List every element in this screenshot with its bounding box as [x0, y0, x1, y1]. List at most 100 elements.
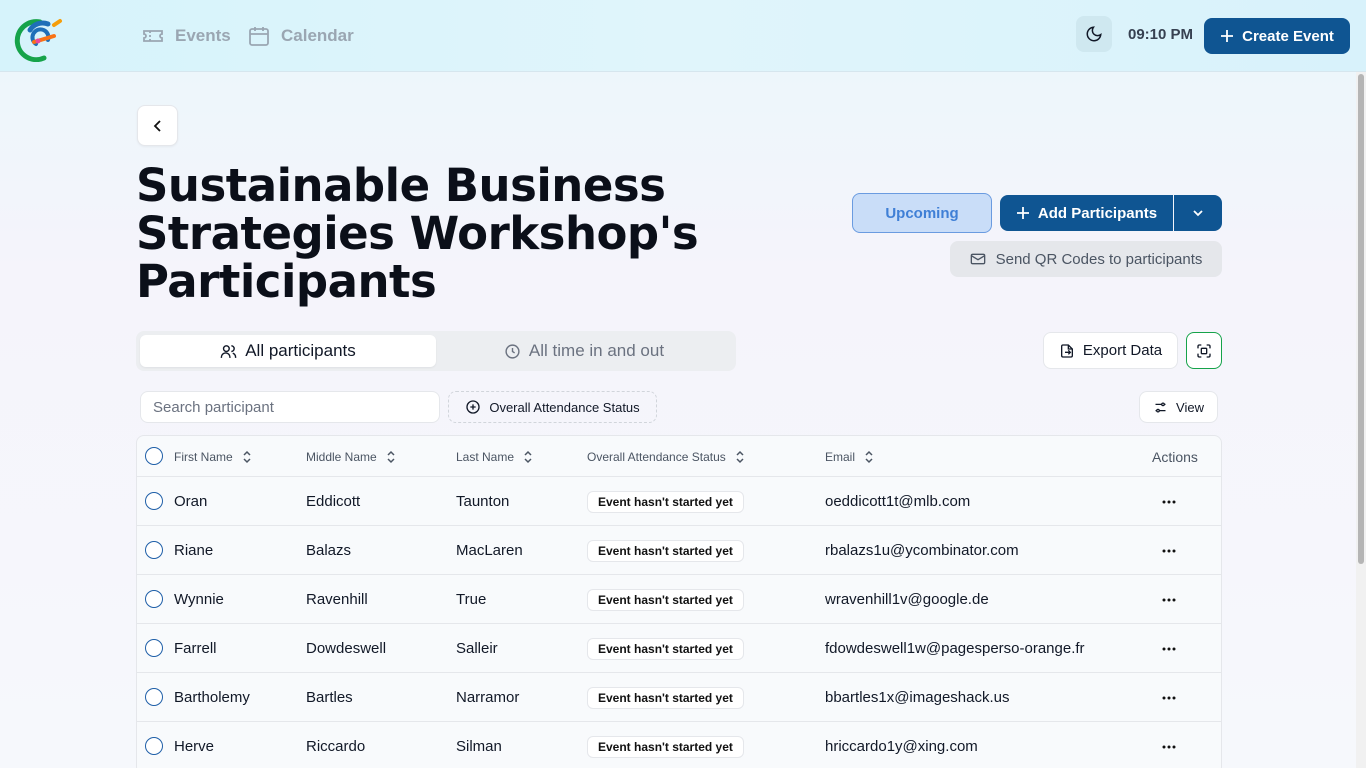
table-row[interactable]: Riane Balazs MacLaren Event hasn't start… — [137, 526, 1221, 575]
cell-last-name: Narramor — [456, 689, 520, 706]
sort-icon — [524, 450, 532, 463]
cell-last-name: True — [456, 591, 487, 608]
chevron-down-icon — [1193, 210, 1203, 217]
row-checkbox[interactable] — [145, 492, 163, 510]
app-logo[interactable] — [14, 16, 64, 62]
table-row[interactable]: Farrell Dowdeswell Salleir Event hasn't … — [137, 624, 1221, 673]
select-all-checkbox[interactable] — [145, 447, 163, 465]
attendance-status-badge: Event hasn't started yet — [587, 490, 744, 513]
attendance-status-filter-label: Overall Attendance Status — [489, 399, 640, 415]
row-actions-button[interactable] — [1157, 526, 1181, 575]
column-header-label: Middle Name — [306, 449, 377, 464]
row-actions-button[interactable] — [1157, 624, 1181, 673]
nav-calendar-label: Calendar — [281, 26, 354, 45]
tab-all-participants[interactable]: All participants — [140, 335, 436, 367]
cell-first-name: Herve — [174, 738, 215, 755]
row-checkbox[interactable] — [145, 590, 163, 608]
sort-icon — [387, 450, 395, 463]
more-horizontal-icon — [1162, 500, 1176, 503]
sort-icon — [865, 450, 873, 463]
cell-email: hriccardo1y@xing.com — [825, 738, 978, 755]
tab-all-time-in-and-out[interactable]: All time in and out — [436, 335, 732, 367]
cell-last-name: Salleir — [456, 640, 498, 657]
cell-attendance-status: Event hasn't started yet — [587, 673, 744, 722]
column-header-email[interactable]: Email — [825, 436, 875, 477]
moon-icon — [1086, 26, 1102, 42]
create-event-button[interactable]: Create Event — [1204, 18, 1350, 54]
column-header-last-name[interactable]: Last Name — [456, 436, 534, 477]
nav-events-label: Events — [175, 26, 231, 45]
attendance-status-badge: Event hasn't started yet — [587, 735, 744, 758]
cell-middle-name: Ravenhill — [306, 591, 368, 608]
cell-attendance-status: Event hasn't started yet — [587, 526, 744, 575]
plus-icon — [1221, 30, 1234, 42]
column-header-label: Overall Attendance Status — [587, 449, 726, 464]
users-icon — [220, 344, 237, 358]
cell-middle-name: Balazs — [306, 542, 352, 559]
nav-events[interactable]: Events — [141, 22, 231, 50]
cell-email: wravenhill1v@google.de — [825, 591, 989, 608]
cell-first-name: Wynnie — [174, 591, 224, 608]
add-participants-dropdown-button[interactable] — [1174, 195, 1222, 231]
more-horizontal-icon — [1162, 647, 1176, 650]
row-actions-button[interactable] — [1157, 673, 1181, 722]
column-header-attendance-status[interactable]: Overall Attendance Status — [587, 436, 746, 477]
add-participants-label: Add Participants — [1037, 204, 1158, 222]
attendance-status-badge: Event hasn't started yet — [587, 588, 744, 611]
attendance-status-filter-button[interactable]: Overall Attendance Status — [448, 391, 657, 423]
tab-all-time-in-and-out-label: All time in and out — [528, 341, 665, 360]
search-participant-input[interactable] — [140, 391, 440, 423]
table-row[interactable]: Oran Eddicott Taunton Event hasn't start… — [137, 477, 1221, 526]
theme-toggle-button[interactable] — [1076, 16, 1112, 52]
column-header-middle-name[interactable]: Middle Name — [306, 436, 397, 477]
cell-middle-name: Dowdeswell — [306, 640, 387, 657]
row-checkbox[interactable] — [145, 639, 163, 657]
clock-icon — [505, 343, 520, 359]
view-options-button[interactable]: View — [1139, 391, 1218, 423]
column-header-label: Actions — [1152, 448, 1198, 465]
cell-last-name: MacLaren — [456, 542, 523, 559]
add-participants-button[interactable]: Add Participants — [1000, 195, 1173, 231]
table-row[interactable]: Herve Riccardo Silman Event hasn't start… — [137, 722, 1221, 768]
plus-icon — [1016, 207, 1029, 219]
back-button[interactable] — [137, 105, 178, 146]
column-header-label: Last Name — [456, 449, 515, 464]
cell-email: bbartles1x@imageshack.us — [825, 689, 1010, 706]
scan-qr-button[interactable] — [1186, 332, 1222, 369]
attendance-status-badge: Event hasn't started yet — [587, 539, 744, 562]
row-actions-button[interactable] — [1157, 722, 1181, 768]
row-actions-button[interactable] — [1157, 477, 1181, 526]
sort-icon — [736, 450, 744, 463]
row-checkbox[interactable] — [145, 688, 163, 706]
send-qr-codes-label: Send QR Codes to participants — [995, 250, 1203, 268]
column-header-first-name[interactable]: First Name — [174, 436, 253, 477]
attendance-status-badge: Event hasn't started yet — [587, 686, 744, 709]
row-actions-button[interactable] — [1157, 575, 1181, 624]
chevron-left-icon — [153, 119, 161, 132]
cell-first-name: Bartholemy — [174, 689, 250, 706]
nav-calendar[interactable]: Calendar — [247, 22, 354, 50]
export-data-button[interactable]: Export Data — [1043, 332, 1178, 369]
table-row[interactable]: Wynnie Ravenhill True Event hasn't start… — [137, 575, 1221, 624]
more-horizontal-icon — [1162, 696, 1176, 699]
column-header-label: First Name — [174, 449, 233, 464]
row-checkbox[interactable] — [145, 737, 163, 755]
column-header-label: Email — [825, 449, 856, 464]
cell-middle-name: Riccardo — [306, 738, 366, 755]
more-horizontal-icon — [1162, 598, 1176, 601]
row-checkbox[interactable] — [145, 541, 163, 559]
cell-first-name: Oran — [174, 493, 208, 510]
send-qr-codes-button[interactable]: Send QR Codes to participants — [950, 241, 1222, 277]
scrollbar-thumb[interactable] — [1358, 74, 1364, 564]
sliders-icon — [1155, 402, 1166, 412]
calendar-icon — [249, 27, 269, 46]
sort-icon — [243, 450, 251, 463]
table-row[interactable]: Bartholemy Bartles Narramor Event hasn't… — [137, 673, 1221, 722]
file-export-icon — [1060, 343, 1073, 358]
cell-middle-name: Bartles — [306, 689, 353, 706]
cell-middle-name: Eddicott — [306, 493, 361, 510]
table-header: First Name Middle Name Last Name Overall… — [137, 436, 1221, 477]
tab-all-participants-label: All participants — [245, 341, 356, 360]
column-header-actions: Actions — [1152, 436, 1198, 477]
page-scrollbar[interactable] — [1356, 72, 1366, 768]
